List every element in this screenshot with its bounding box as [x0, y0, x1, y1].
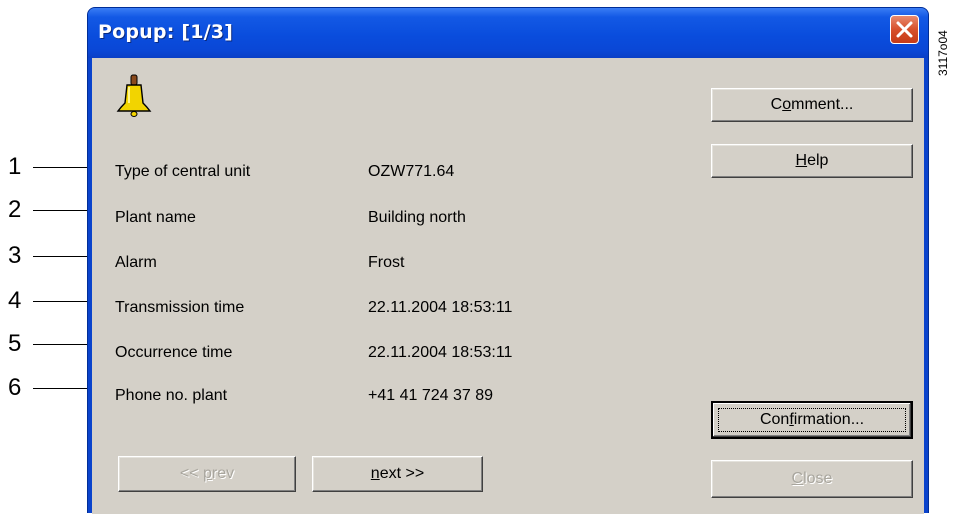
field-label-alarm: Alarm — [115, 254, 157, 271]
close-x-icon — [896, 21, 913, 38]
help-button[interactable]: Help — [711, 144, 913, 178]
close-window-button[interactable] — [890, 15, 919, 44]
help-button-label: Help — [795, 152, 829, 169]
confirmation-button[interactable]: Confirmation... — [711, 401, 913, 439]
close-button-label: Close — [791, 470, 833, 487]
field-value-transmission-time: 22.11.2004 18:53:11 — [368, 299, 513, 316]
callout-number: 1 — [8, 153, 22, 180]
comment-button[interactable]: Comment... — [711, 88, 913, 122]
callout-number: 5 — [8, 330, 22, 357]
field-label-transmission-time: Transmission time — [115, 299, 245, 316]
close-button[interactable]: Close — [711, 460, 913, 498]
callout-number: 4 — [8, 287, 22, 314]
next-button[interactable]: next >> — [312, 456, 483, 492]
field-value-central-unit-type: OZW771.64 — [368, 163, 455, 180]
field-label-plant-name: Plant name — [115, 209, 196, 226]
field-value-phone-plant: +41 41 724 37 89 — [368, 387, 494, 404]
dialog-body: Type of central unit OZW771.64 Plant nam… — [92, 58, 924, 514]
prev-button[interactable]: << prev — [118, 456, 296, 492]
field-label-phone-plant: Phone no. plant — [115, 387, 228, 404]
field-label-central-unit-type: Type of central unit — [115, 163, 251, 180]
bell-icon — [116, 74, 152, 117]
comment-button-label: Comment... — [770, 96, 854, 113]
confirmation-button-label: Confirmation... — [759, 411, 865, 428]
callout-number: 3 — [8, 242, 22, 269]
document-id: 3117o04 — [936, 30, 950, 76]
window-title: Popup: [1/3] — [98, 21, 234, 43]
field-label-occurrence-time: Occurrence time — [115, 344, 233, 361]
title-bar[interactable]: Popup: [1/3] — [88, 8, 928, 58]
next-button-label: next >> — [370, 465, 425, 482]
field-value-alarm: Frost — [368, 254, 405, 271]
callout-number: 6 — [8, 374, 22, 401]
callout-number: 2 — [8, 196, 22, 223]
field-value-plant-name: Building north — [368, 209, 466, 226]
field-value-occurrence-time: 22.11.2004 18:53:11 — [368, 344, 513, 361]
prev-button-label: << prev — [179, 465, 235, 482]
popup-window: Popup: [1/3] Type of central unit OZW771… — [87, 7, 929, 514]
